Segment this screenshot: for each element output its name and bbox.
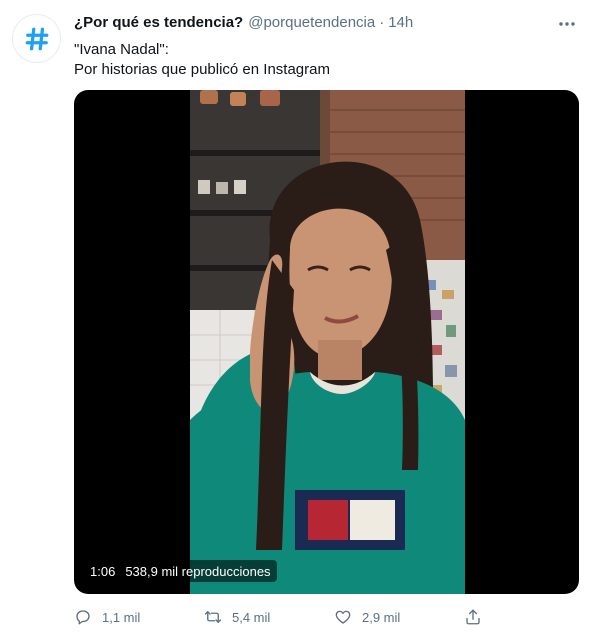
avatar[interactable] [12, 14, 61, 63]
like-count: 2,9 mil [362, 609, 401, 625]
video-frame [190, 90, 465, 594]
share-icon [466, 609, 480, 625]
tweet-text: "Ivana Nadal": Por historias que publicó… [74, 40, 577, 80]
video-player[interactable]: 1:06 538,9 mil reproducciones [74, 90, 579, 594]
tweet[interactable]: ¿Por qué es tendencia? @porquetendencia … [0, 0, 597, 637]
retweet-icon [204, 611, 222, 623]
author-handle[interactable]: @porquetendencia [248, 14, 375, 31]
retweet-count: 5,4 mil [232, 609, 271, 625]
tweet-header: ¿Por qué es tendencia? @porquetendencia … [74, 14, 557, 34]
tweet-text-line: Por historias que publicó en Instagram [74, 61, 330, 78]
hashtag-icon [25, 27, 48, 50]
more-options-button[interactable] [555, 14, 579, 34]
more-options-icon [559, 22, 575, 26]
separator-dot: · [379, 14, 385, 31]
share-button[interactable] [464, 608, 482, 626]
video-still [190, 90, 465, 594]
tweet-actions: 1,1 mil 5,4 mil 2,9 mil [74, 604, 504, 630]
reply-count: 1,1 mil [102, 609, 141, 625]
heart-icon [335, 610, 351, 624]
reply-button[interactable]: 1,1 mil [74, 608, 204, 626]
retweet-button[interactable]: 5,4 mil [204, 608, 334, 626]
video-views: 538,9 mil reproducciones [125, 563, 271, 579]
video-info-overlay: 1:06 538,9 mil reproducciones [84, 560, 277, 582]
reply-icon [76, 610, 90, 625]
like-button[interactable]: 2,9 mil [334, 608, 464, 626]
tweet-text-line: "Ivana Nadal": [74, 41, 169, 58]
author-name[interactable]: ¿Por qué es tendencia? [74, 14, 243, 31]
video-duration: 1:06 [90, 563, 116, 579]
tweet-timestamp[interactable]: 14h [388, 14, 413, 31]
